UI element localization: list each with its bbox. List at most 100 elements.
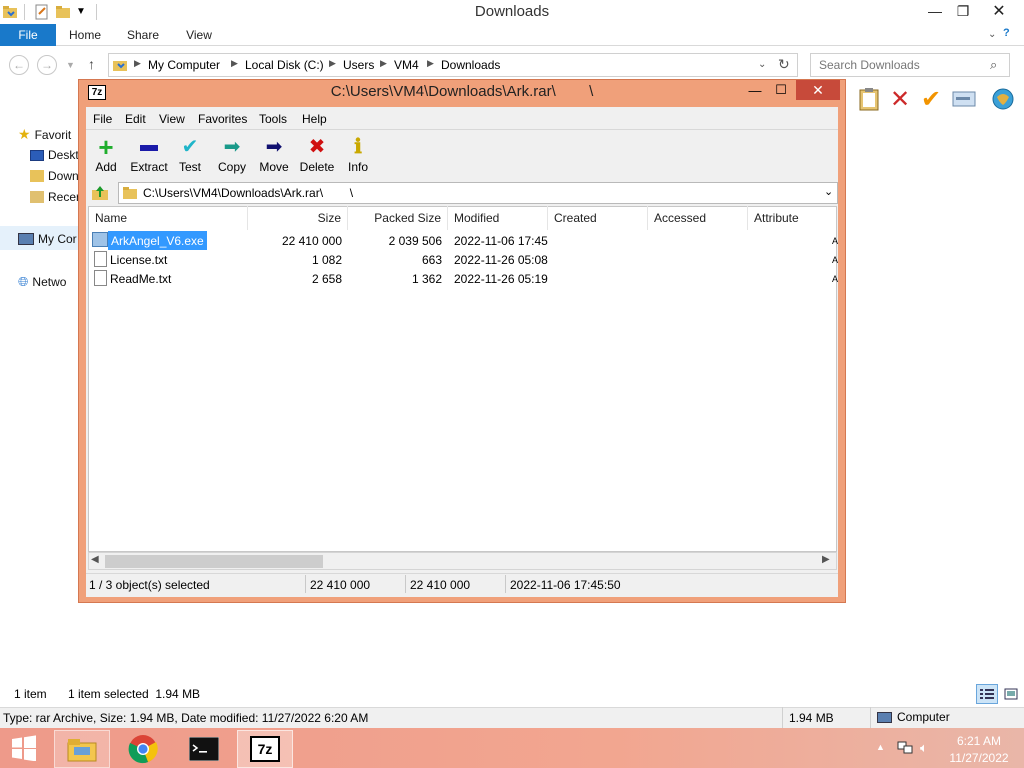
text-file-icon <box>94 251 107 267</box>
path-folder-icon <box>123 186 137 199</box>
refresh-icon[interactable]: ↻ <box>778 56 790 73</box>
table-row[interactable]: License.txt 1 082 663 2022-11-26 05:08 A <box>92 250 838 269</box>
nav-favorites[interactable]: ★ Favorit <box>18 126 71 143</box>
breadcrumb-vm4[interactable]: VM4 <box>394 58 419 72</box>
computer-icon <box>877 711 892 723</box>
extract-button[interactable]: Extract <box>126 133 172 177</box>
breadcrumb-separator-icon: ▶ <box>380 58 387 68</box>
copy-arrow-icon: ➡ <box>223 136 241 158</box>
up-icon[interactable]: ↑ <box>88 56 95 72</box>
recent-locations-icon[interactable]: ▼ <box>66 60 75 70</box>
file-packed-size: 2 039 506 <box>388 233 442 248</box>
clock-time[interactable]: 6:21 AM <box>944 734 1014 748</box>
status-divider <box>305 575 306 593</box>
breadcrumb-users[interactable]: Users <box>343 58 374 72</box>
status-modified: 2022-11-06 17:45:50 <box>510 578 621 592</box>
minimize-button[interactable]: — <box>920 0 950 22</box>
column-size[interactable]: Size <box>248 206 348 230</box>
volume-icon[interactable]: 🔈︎ <box>920 740 928 756</box>
nav-downloads[interactable]: Down <box>30 169 79 183</box>
move-arrow-icon: ➡ <box>265 136 283 158</box>
file-attribute: A <box>832 273 839 284</box>
help-icon[interactable]: ? <box>1003 27 1010 39</box>
ribbon-tab-home[interactable]: Home <box>62 24 108 46</box>
up-folder-icon[interactable] <box>90 183 110 203</box>
large-icons-view-icon[interactable] <box>1000 684 1022 704</box>
nav-network[interactable]: 🌐︎ Netwo <box>18 274 66 290</box>
sevenzip-close-button[interactable]: ✕ <box>796 80 840 100</box>
column-name[interactable]: Name <box>89 206 248 230</box>
ribbon-tab-share[interactable]: Share <box>120 24 166 46</box>
info-button[interactable]: ℹ Info <box>335 133 381 177</box>
breadcrumb-separator-icon: ▶ <box>231 58 238 68</box>
ribbon-expand-icon[interactable]: ⌄ <box>988 29 996 40</box>
menu-edit[interactable]: Edit <box>125 112 146 126</box>
file-size: 2 658 <box>311 271 342 286</box>
table-row[interactable]: ReadMe.txt 2 658 1 362 2022-11-26 05:19 … <box>92 269 838 288</box>
clipboard-icon[interactable] <box>856 86 882 112</box>
menu-tools[interactable]: Tools <box>259 112 287 126</box>
computer-icon <box>18 233 34 245</box>
delete-icon[interactable]: ✕ <box>887 86 913 113</box>
ribbon-tab-view[interactable]: View <box>176 24 222 46</box>
delete-button[interactable]: ✖ Delete <box>294 133 340 177</box>
column-accessed[interactable]: Accessed <box>648 206 748 230</box>
sevenzip-maximize-button[interactable]: ☐ <box>770 81 792 99</box>
file-name: ReadMe.txt <box>110 271 172 286</box>
nav-recent[interactable]: Recer <box>30 190 80 204</box>
menu-help[interactable]: Help <box>302 112 327 126</box>
menu-file[interactable]: File <box>93 112 112 126</box>
breadcrumb-my-computer[interactable]: My Computer <box>148 58 220 72</box>
column-created[interactable]: Created <box>548 206 648 230</box>
start-icon[interactable] <box>8 733 40 763</box>
status-divider <box>505 575 506 593</box>
check-icon[interactable]: ✔ <box>918 86 944 113</box>
sevenzip-minimize-button[interactable]: — <box>744 81 766 99</box>
sevenzip-title: C:\Users\VM4\Downloads\Ark.rar\ \ <box>330 83 594 100</box>
nav-computer[interactable]: My Cor <box>18 232 77 246</box>
test-button[interactable]: ✔ Test <box>167 133 213 177</box>
file-modified: 2022-11-26 05:08 <box>454 252 548 267</box>
text-file-icon <box>94 270 107 286</box>
search-icon[interactable]: ⌕ <box>990 57 997 73</box>
menu-view[interactable]: View <box>159 112 185 126</box>
address-dropdown-icon[interactable]: ⌄ <box>758 59 766 70</box>
cmd-icon[interactable] <box>176 730 232 768</box>
add-button[interactable]: + Add <box>83 133 129 177</box>
forward-icon[interactable]: → <box>37 55 57 75</box>
file-modified: 2022-11-26 05:19 <box>454 271 548 286</box>
search-placeholder: Search Downloads <box>819 58 920 72</box>
file-packed-size: 663 <box>421 252 442 267</box>
breadcrumb-downloads[interactable]: Downloads <box>441 58 500 72</box>
move-button[interactable]: ➡ Move <box>251 133 297 177</box>
maximize-button[interactable]: ❐ <box>948 0 978 22</box>
scroll-left-icon[interactable]: ◀ <box>91 554 99 565</box>
details-view-icon[interactable] <box>976 684 998 704</box>
path-dropdown-icon[interactable]: ⌄ <box>824 185 833 198</box>
nav-desktop[interactable]: Deskt <box>30 148 79 162</box>
tray-overflow-icon[interactable]: ▲ <box>876 742 885 752</box>
column-modified[interactable]: Modified <box>448 206 548 230</box>
globe-icon[interactable] <box>990 86 1016 112</box>
back-icon[interactable]: ← <box>9 55 29 75</box>
7zip-icon[interactable]: 7z <box>237 730 293 768</box>
chrome-icon[interactable] <box>115 730 171 768</box>
breadcrumb-local-disk[interactable]: Local Disk (C:) <box>245 58 324 72</box>
scrollbar-thumb[interactable] <box>105 555 323 568</box>
status-packed: 22 410 000 <box>410 578 471 592</box>
scroll-right-icon[interactable]: ▶ <box>822 554 830 565</box>
column-packed-size[interactable]: Packed Size <box>348 206 448 230</box>
copy-button[interactable]: ➡ Copy <box>209 133 255 177</box>
status-divider <box>405 575 406 593</box>
column-attributes[interactable]: Attribute <box>748 206 837 230</box>
menu-favorites[interactable]: Favorites <box>198 112 247 126</box>
table-row[interactable]: ArkAngel_V6.exe 22 410 000 2 039 506 202… <box>92 231 838 250</box>
ribbon-tab-file[interactable]: File <box>0 24 56 46</box>
details-location: Computer <box>877 710 950 724</box>
rename-icon[interactable] <box>951 86 977 112</box>
clock-date[interactable]: 11/27/2022 <box>944 751 1014 765</box>
file-explorer-icon[interactable] <box>54 730 110 768</box>
close-button[interactable]: ✕ <box>984 0 1014 22</box>
network-tray-icon[interactable] <box>897 740 913 754</box>
info-icon: ℹ <box>354 136 362 158</box>
